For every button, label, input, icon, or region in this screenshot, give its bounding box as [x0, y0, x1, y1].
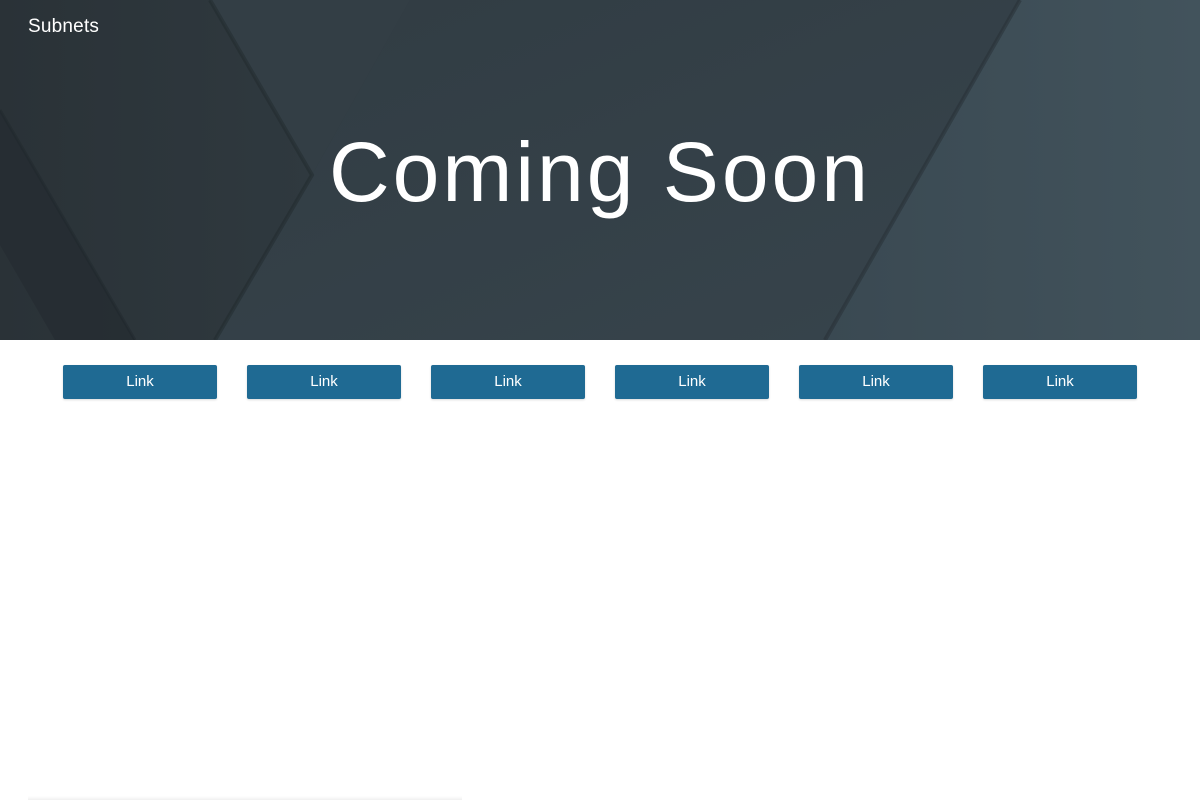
link-button-3[interactable]: Link [431, 365, 585, 399]
link-button-6[interactable]: Link [983, 365, 1137, 399]
hero-heading: Coming Soon [329, 125, 871, 219]
footer-edge [28, 796, 462, 800]
link-button-2[interactable]: Link [247, 365, 401, 399]
hero-banner: Subnets Coming Soon [0, 0, 1200, 340]
link-button-4[interactable]: Link [615, 365, 769, 399]
site-title[interactable]: Subnets [28, 16, 99, 38]
link-button-5[interactable]: Link [799, 365, 953, 399]
link-button-row: Link Link Link Link Link Link [0, 365, 1200, 399]
link-button-1[interactable]: Link [63, 365, 217, 399]
